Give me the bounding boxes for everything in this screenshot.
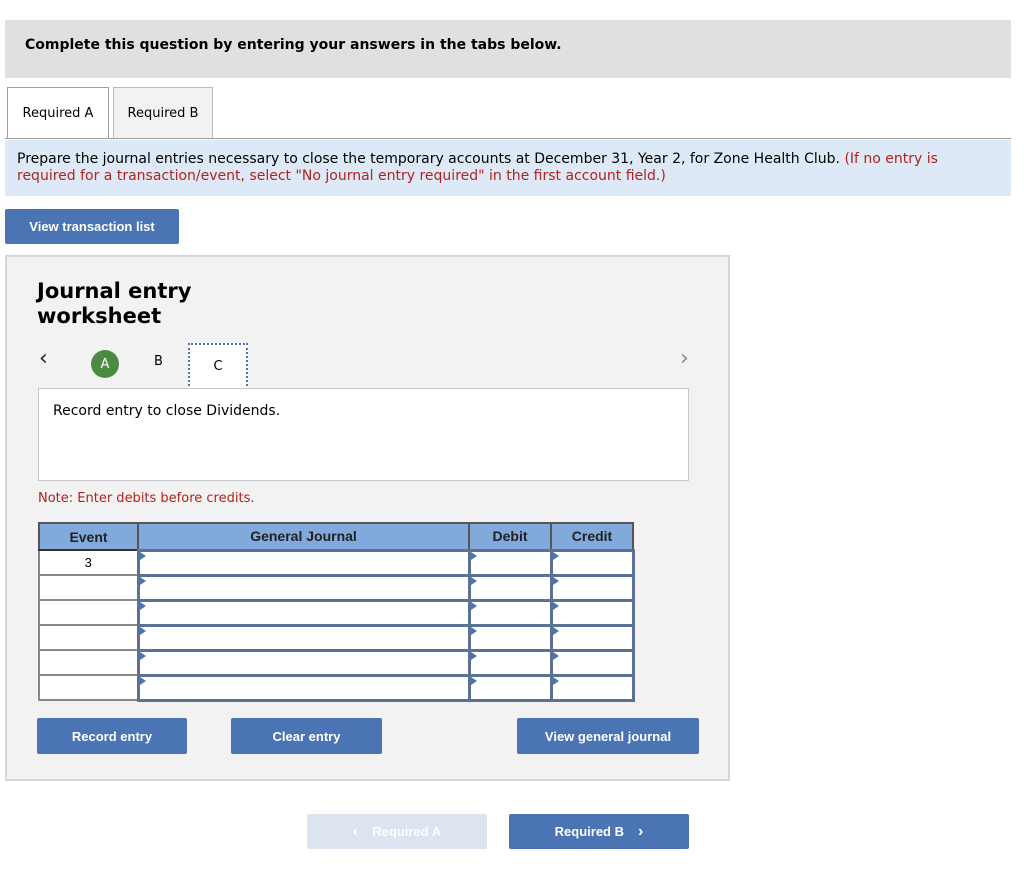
account-input[interactable] xyxy=(139,626,468,649)
credit-input[interactable] xyxy=(552,551,632,574)
debit-cell xyxy=(467,673,553,702)
credit-cell xyxy=(549,673,635,702)
journal-row xyxy=(38,598,635,627)
debit-cell xyxy=(467,573,553,602)
view-general-journal-button[interactable]: View general journal xyxy=(517,718,699,754)
event-cell xyxy=(38,574,139,601)
tab-divider xyxy=(5,138,1011,139)
clear-entry-button[interactable]: Clear entry xyxy=(231,718,382,754)
journal-row xyxy=(38,573,635,602)
worksheet-title-line1: Journal entry xyxy=(37,279,192,303)
credit-input[interactable] xyxy=(552,676,632,699)
header-debit: Debit xyxy=(468,522,552,551)
debit-cell xyxy=(467,598,553,627)
chevron-left-icon: ‹ xyxy=(352,822,359,840)
credit-cell xyxy=(549,573,635,602)
header-event: Event xyxy=(38,522,139,551)
tab-required-a[interactable]: Required A xyxy=(7,87,109,139)
chevron-left-icon[interactable]: ‹ xyxy=(39,346,48,371)
account-input[interactable] xyxy=(139,676,468,699)
header-general-journal: General Journal xyxy=(137,522,470,551)
instructions-text: Prepare the journal entries necessary to… xyxy=(17,151,840,167)
prev-required-a-label: Required A xyxy=(372,824,442,839)
journal-row: 3 xyxy=(38,548,635,577)
journal-entry-worksheet: Journal entry worksheet ‹ A B C › Record… xyxy=(5,255,730,781)
account-input[interactable] xyxy=(139,576,468,599)
debit-input[interactable] xyxy=(470,551,550,574)
debit-cell xyxy=(467,623,553,652)
account-cell xyxy=(136,673,471,702)
credit-input[interactable] xyxy=(552,576,632,599)
journal-row xyxy=(38,623,635,652)
debit-input[interactable] xyxy=(470,651,550,674)
credit-input[interactable] xyxy=(552,651,632,674)
debit-cell xyxy=(467,648,553,677)
credit-cell xyxy=(549,548,635,577)
debit-input[interactable] xyxy=(470,626,550,649)
account-input[interactable] xyxy=(139,601,468,624)
next-required-b-label: Required B xyxy=(554,824,624,839)
journal-body: 3 xyxy=(38,548,635,702)
account-cell xyxy=(136,623,471,652)
event-cell xyxy=(38,624,139,651)
next-required-b-button[interactable]: Required B › xyxy=(509,814,689,849)
credit-cell xyxy=(549,648,635,677)
journal-table: Event General Journal Debit Credit 3 xyxy=(38,522,635,702)
credit-cell xyxy=(549,598,635,627)
event-cell xyxy=(38,674,139,701)
event-cell: 3 xyxy=(38,549,139,576)
view-transaction-list-button[interactable]: View transaction list xyxy=(5,209,179,244)
debit-input[interactable] xyxy=(470,676,550,699)
debit-input[interactable] xyxy=(470,576,550,599)
chevron-right-icon: › xyxy=(638,822,644,840)
debit-cell xyxy=(467,548,553,577)
account-cell xyxy=(136,648,471,677)
entry-description: Record entry to close Dividends. xyxy=(38,388,689,481)
tab-required-b[interactable]: Required B xyxy=(113,87,213,139)
instructions-panel: Prepare the journal entries necessary to… xyxy=(5,140,1011,196)
account-cell xyxy=(136,548,471,577)
question-header: Complete this question by entering your … xyxy=(5,20,1011,78)
account-input[interactable] xyxy=(139,551,468,574)
credit-cell xyxy=(549,623,635,652)
step-a[interactable]: A xyxy=(91,350,119,378)
account-cell xyxy=(136,598,471,627)
prev-required-a-button[interactable]: ‹ Required A xyxy=(307,814,487,849)
credit-input[interactable] xyxy=(552,601,632,624)
step-c[interactable]: C xyxy=(188,343,248,390)
debit-credit-note: Note: Enter debits before credits. xyxy=(38,491,255,506)
event-cell xyxy=(38,599,139,626)
account-cell xyxy=(136,573,471,602)
journal-row xyxy=(38,673,635,702)
debit-input[interactable] xyxy=(470,601,550,624)
journal-header-row: Event General Journal Debit Credit xyxy=(38,522,634,551)
worksheet-title-line2: worksheet xyxy=(37,304,162,328)
record-entry-button[interactable]: Record entry xyxy=(37,718,187,754)
header-credit: Credit xyxy=(550,522,634,551)
step-b[interactable]: B xyxy=(154,354,163,369)
worksheet-title: Journal entry worksheet xyxy=(37,279,191,329)
journal-row xyxy=(38,648,635,677)
question-header-title: Complete this question by entering your … xyxy=(25,37,562,53)
chevron-right-icon[interactable]: › xyxy=(680,346,689,371)
event-cell xyxy=(38,649,139,676)
account-input[interactable] xyxy=(139,651,468,674)
credit-input[interactable] xyxy=(552,626,632,649)
